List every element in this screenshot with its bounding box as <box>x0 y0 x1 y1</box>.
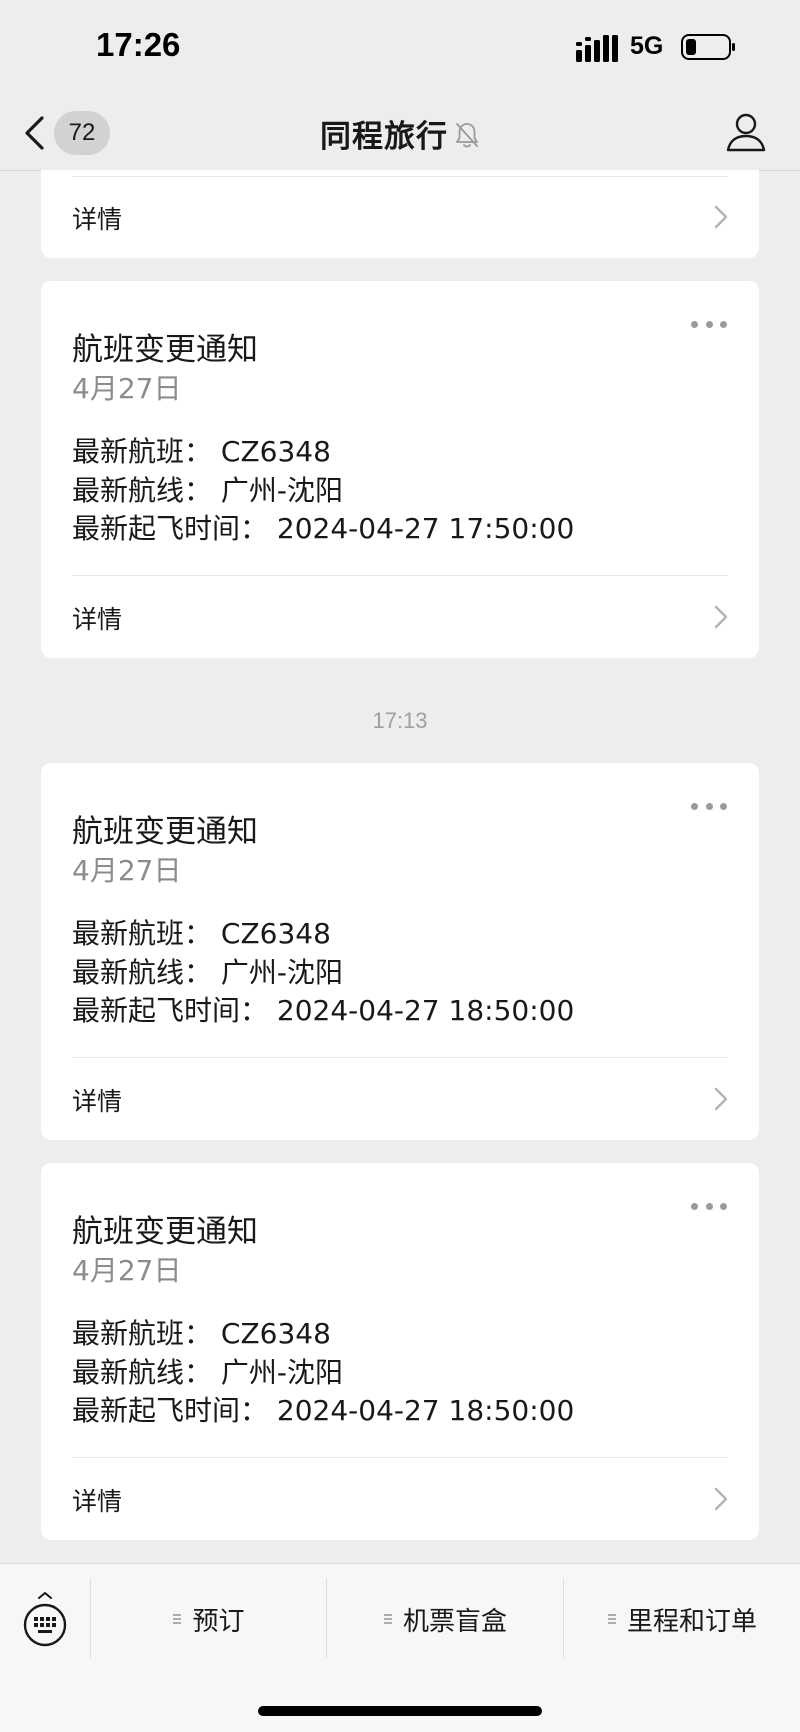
detail-label: 详情 <box>72 605 123 634</box>
detail-row[interactable]: 详情 <box>41 1058 759 1140</box>
more-dots-icon[interactable] <box>691 1203 727 1213</box>
status-bar: 17:26 5G <box>0 0 800 96</box>
battery-icon <box>681 34 735 60</box>
card-title: 航班变更通知 <box>72 814 258 850</box>
chevron-right-icon <box>714 1487 728 1511</box>
route-line: 最新航线： 广州-沈阳 <box>72 1355 344 1389</box>
menu-lines-icon <box>383 1614 392 1624</box>
message-card-partial: 详情 <box>41 170 759 258</box>
departure-line: 最新起飞时间： 2024-04-27 18:50:00 <box>72 1394 575 1427</box>
card-date: 4月27日 <box>72 1254 182 1287</box>
card-body: 最新航班： CZ6348 最新航线： 广州-沈阳 最新起飞时间： 2024-04… <box>72 433 574 549</box>
menu-item-mileage-orders[interactable]: 里程和订单 <box>564 1594 800 1644</box>
route-line: 最新航线： 广州-沈阳 <box>72 473 344 507</box>
more-dots-icon[interactable] <box>691 321 727 331</box>
menu-item-label: 里程和订单 <box>626 1606 757 1637</box>
chevron-right-icon <box>714 205 728 229</box>
card-date: 4月27日 <box>72 854 182 887</box>
flight-line: 最新航班： CZ6348 <box>72 917 331 950</box>
network-type: 5G <box>630 32 664 60</box>
person-icon[interactable] <box>724 110 768 154</box>
detail-label: 详情 <box>72 205 123 234</box>
chevron-right-icon <box>714 1087 728 1111</box>
departure-line: 最新起飞时间： 2024-04-27 18:50:00 <box>72 994 575 1027</box>
route-line: 最新航线： 广州-沈阳 <box>72 955 344 989</box>
detail-label: 详情 <box>72 1487 123 1516</box>
flight-line: 最新航班： CZ6348 <box>72 1317 331 1350</box>
message-card[interactable]: 航班变更通知 4月27日 最新航班： CZ6348 最新航线： 广州-沈阳 最新… <box>41 281 759 658</box>
back-button[interactable]: 72 <box>22 108 120 158</box>
home-indicator <box>258 1706 542 1716</box>
card-body: 最新航班： CZ6348 最新航线： 广州-沈阳 最新起飞时间： 2024-04… <box>72 1315 574 1431</box>
card-date: 4月27日 <box>72 372 182 405</box>
status-time: 17:26 <box>96 26 181 63</box>
menu-item-ticket-blind-box[interactable]: 机票盲盒 <box>327 1594 563 1644</box>
chevron-right-icon <box>714 605 728 629</box>
detail-row[interactable]: 详情 <box>41 576 759 658</box>
menu-item-booking[interactable]: 预订 <box>91 1594 326 1644</box>
signal-icon <box>576 35 618 62</box>
bell-off-icon <box>456 123 478 148</box>
message-card[interactable]: 航班变更通知 4月27日 最新航班： CZ6348 最新航线： 广州-沈阳 最新… <box>41 1163 759 1540</box>
card-body: 最新航班： CZ6348 最新航线： 广州-沈阳 最新起飞时间： 2024-04… <box>72 915 574 1031</box>
chevron-left-icon <box>25 116 44 150</box>
message-card[interactable]: 航班变更通知 4月27日 最新航班： CZ6348 最新航线： 广州-沈阳 最新… <box>41 763 759 1140</box>
nav-bar: 72 同程旅行 <box>0 96 800 171</box>
departure-line: 最新起飞时间： 2024-04-27 17:50:00 <box>72 512 575 545</box>
menu-item-label: 机票盲盒 <box>402 1606 507 1637</box>
message-timestamp: 17:13 <box>372 708 428 733</box>
bottom-menu-bar: 预订 机票盲盒 里程和订单 <box>0 1563 800 1732</box>
detail-label: 详情 <box>72 1087 123 1116</box>
unread-badge: 72 <box>54 111 110 155</box>
nav-title-wrap: 同程旅行 <box>0 96 800 170</box>
detail-row[interactable]: 详情 <box>41 1458 759 1540</box>
menu-lines-icon <box>607 1614 616 1624</box>
keyboard-icon[interactable] <box>22 1592 68 1648</box>
more-dots-icon[interactable] <box>691 803 727 813</box>
menu-item-label: 预订 <box>192 1606 245 1637</box>
card-title: 航班变更通知 <box>72 1214 258 1250</box>
detail-row[interactable]: 详情 <box>41 170 759 258</box>
card-title: 航班变更通知 <box>72 332 258 368</box>
page-title: 同程旅行 <box>320 118 448 155</box>
flight-line: 最新航班： CZ6348 <box>72 435 331 468</box>
menu-lines-icon <box>173 1614 182 1624</box>
